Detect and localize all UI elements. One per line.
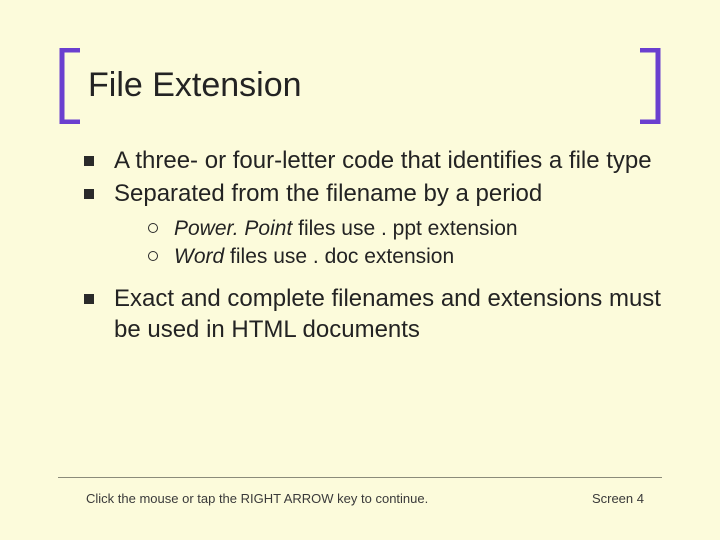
list-item: Separated from the filename by a period … (84, 179, 662, 270)
list-item: Exact and complete filenames and extensi… (84, 284, 662, 345)
sub-bullet-list: Power. Point files use . ppt extension W… (114, 215, 662, 270)
sub-bullet-rest: files use . ppt extension (292, 217, 517, 240)
bullet-text: Separated from the filename by a period (114, 180, 542, 207)
sub-bullet-emph: Word (174, 245, 224, 268)
slide-body: A three- or four-letter code that identi… (58, 146, 662, 345)
sub-bullet-rest: files use . doc extension (224, 245, 454, 268)
title-row: File Extension (58, 48, 662, 124)
footer-divider (58, 477, 662, 478)
list-item: Power. Point files use . ppt extension (148, 215, 662, 242)
bracket-right-icon (640, 48, 662, 124)
footer-instruction: Click the mouse or tap the RIGHT ARROW k… (86, 491, 428, 506)
bullet-list: A three- or four-letter code that identi… (84, 146, 662, 345)
bullet-text: A three- or four-letter code that identi… (114, 147, 652, 174)
list-item: Word files use . doc extension (148, 243, 662, 270)
sub-bullet-emph: Power. Point (174, 217, 292, 240)
list-item: A three- or four-letter code that identi… (84, 146, 662, 177)
footer-screen-number: Screen 4 (592, 491, 644, 506)
bullet-text: Exact and complete filenames and extensi… (114, 285, 661, 343)
slide[interactable]: File Extension A three- or four-letter c… (0, 0, 720, 540)
bracket-left-icon (58, 48, 80, 124)
slide-title: File Extension (80, 67, 640, 104)
